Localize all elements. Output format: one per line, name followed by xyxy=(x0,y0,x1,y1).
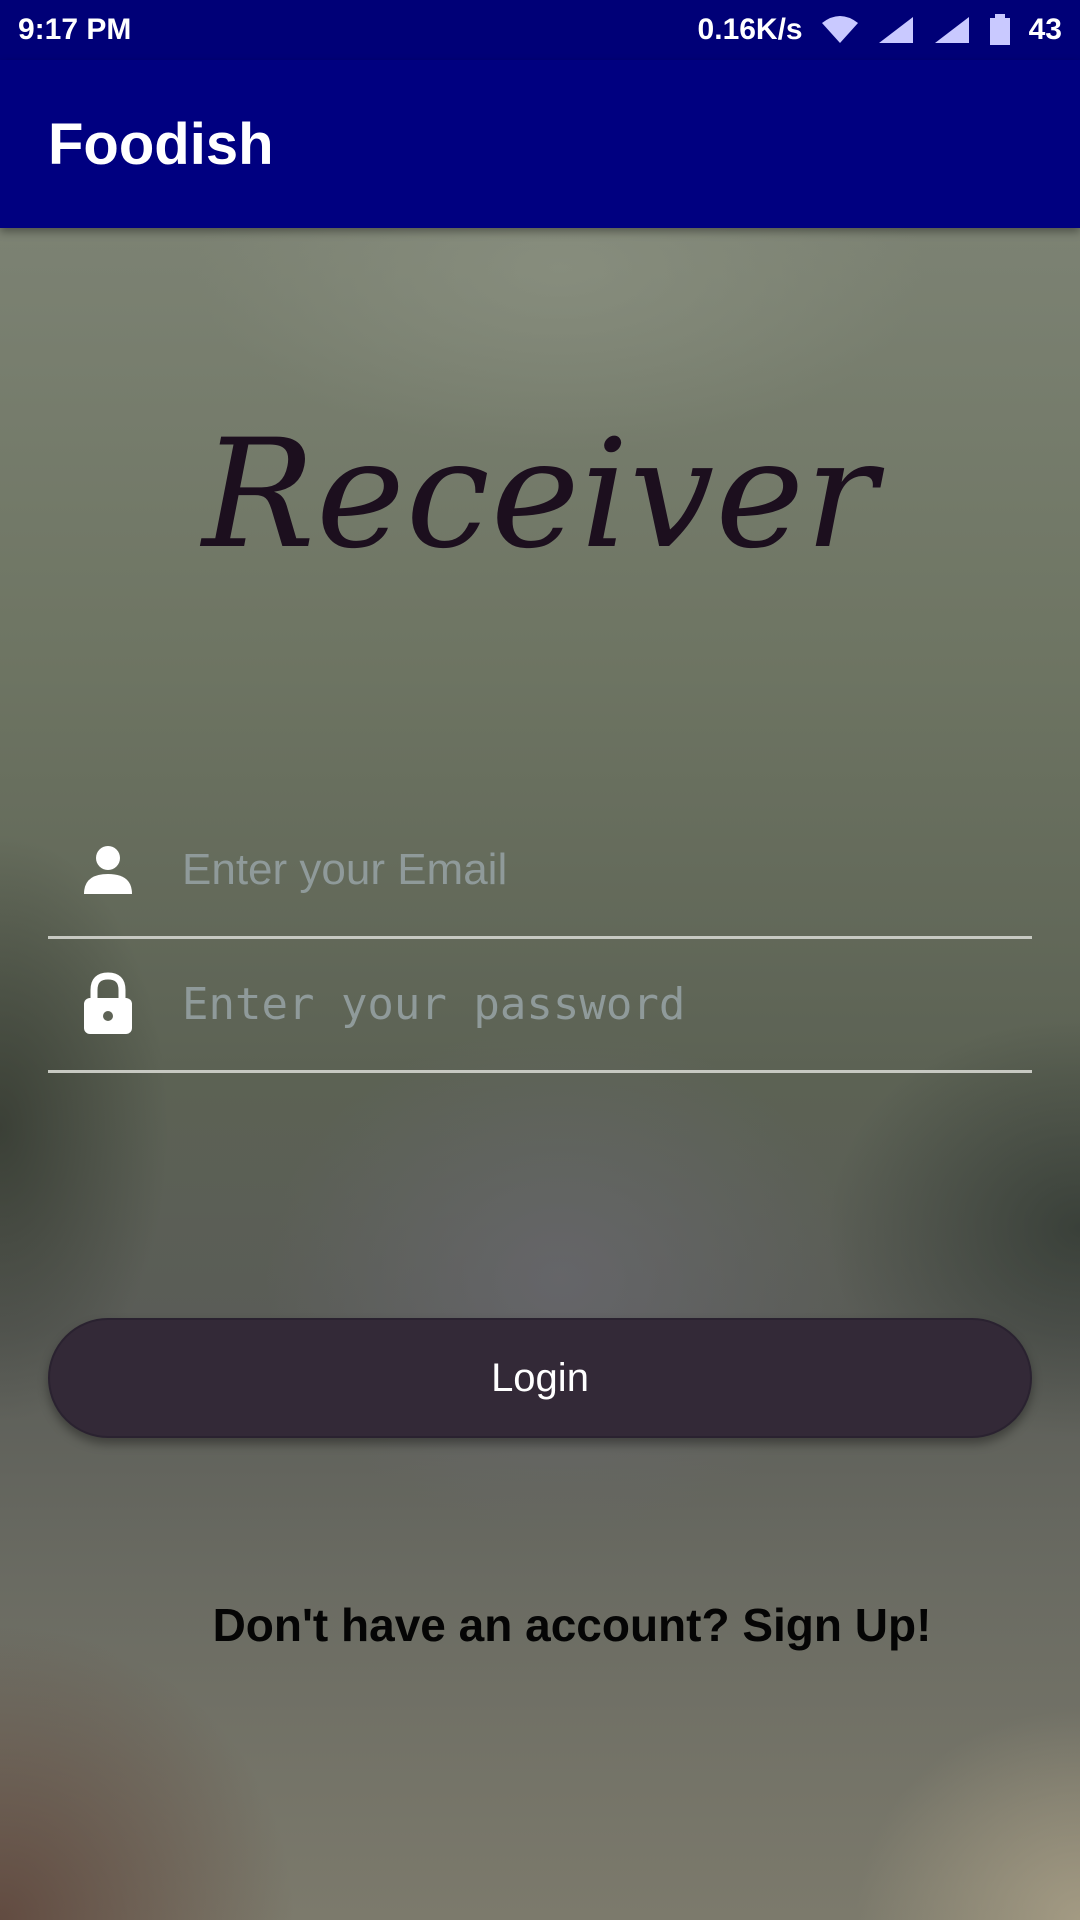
lock-icon xyxy=(82,972,134,1034)
page-title: Receiver xyxy=(202,408,878,582)
status-bar: 9:17 PM 0.16K/s 43 xyxy=(0,0,1080,60)
signal-icon xyxy=(877,15,915,45)
app-title: Foodish xyxy=(48,111,274,177)
password-input[interactable] xyxy=(180,963,1032,1045)
email-field-row xyxy=(48,804,1032,939)
app-bar: Foodish xyxy=(0,60,1080,228)
battery-icon xyxy=(989,14,1011,46)
person-icon xyxy=(82,840,134,900)
signup-link[interactable]: Don't have an account? Sign Up! xyxy=(0,1598,1080,1652)
wifi-icon xyxy=(821,15,859,45)
network-speed: 0.16K/s xyxy=(697,13,803,46)
signal-icon xyxy=(933,15,971,45)
password-field-row xyxy=(48,938,1032,1073)
login-screen: Receiver Login Don't have an account? Si… xyxy=(0,228,1080,1920)
email-input[interactable] xyxy=(180,829,1032,911)
status-icons: 0.16K/s 43 xyxy=(698,13,1062,47)
status-time: 9:17 PM xyxy=(18,13,132,46)
battery-level: 43 xyxy=(1028,13,1062,46)
login-button[interactable]: Login xyxy=(48,1318,1032,1438)
